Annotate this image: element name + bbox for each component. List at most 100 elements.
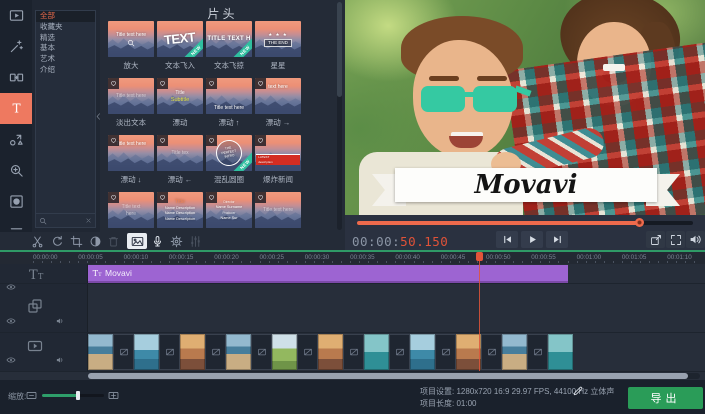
favorite-heart-icon[interactable] [255, 135, 266, 146]
zoom-out-button[interactable] [26, 390, 37, 401]
transition-2[interactable] [205, 334, 226, 370]
title-template-13[interactable]: TitleName DescriptionName DescriptionNam… [157, 192, 203, 232]
title-template-14[interactable]: DirectorName SurnameProducerName Sur [206, 192, 252, 232]
transition-0[interactable] [113, 334, 134, 370]
category-item-2[interactable]: 精选 [36, 33, 95, 44]
video-clip-1[interactable] [134, 334, 159, 370]
favorite-heart-icon[interactable] [157, 78, 168, 89]
detach-player-button[interactable] [646, 231, 665, 248]
title-template-0[interactable]: Title text here放大 [108, 21, 154, 78]
video-clip-10[interactable] [548, 334, 573, 370]
title-template-9[interactable]: Title tex漂动 ← [157, 135, 203, 192]
title-clip[interactable]: TT Movavi [88, 265, 568, 283]
video-clip-5[interactable] [318, 334, 343, 370]
favorite-heart-icon[interactable] [157, 135, 168, 146]
favorite-heart-icon[interactable] [206, 192, 217, 203]
transition-9[interactable] [527, 334, 548, 370]
category-item-5[interactable]: 介绍 [36, 65, 95, 76]
video-clip-6[interactable] [364, 334, 389, 370]
favorite-heart-icon[interactable] [108, 78, 119, 89]
ruler-minor-tick [260, 261, 261, 263]
title-template-6[interactable]: Title text here漂动 ↑ [206, 78, 252, 135]
title-template-11[interactable]: LATESTdescription爆炸新闻 [255, 135, 301, 192]
tool-titles[interactable]: T [0, 93, 32, 124]
title-template-4[interactable]: Title text here淡出文本 [108, 78, 154, 135]
next-frame-button[interactable] [546, 231, 568, 248]
tool-callouts[interactable] [0, 124, 32, 155]
video-clip-9[interactable] [502, 334, 527, 370]
title-template-2[interactable]: TITLE TEXT HNEW文本飞掠 [206, 21, 252, 78]
zoom-in-button[interactable] [108, 390, 119, 401]
tool-transitions[interactable] [0, 62, 32, 93]
zoom-slider[interactable] [42, 394, 104, 397]
title-template-12[interactable]: Title texthere [108, 192, 154, 232]
transition-3[interactable] [251, 334, 272, 370]
preview-pane[interactable]: Movavi [345, 0, 705, 215]
timeline-scrollbar-thumb[interactable] [88, 373, 688, 379]
titles-scrollbar[interactable] [337, 2, 342, 230]
category-item-4[interactable]: 艺术 [36, 54, 95, 65]
video-clip-8[interactable] [456, 334, 481, 370]
category-item-3[interactable]: 基本 [36, 43, 95, 54]
title-track-visibility-eye-icon[interactable] [6, 282, 16, 292]
timeline-ruler[interactable]: 00:00:0000:00:0500:00:1000:00:1500:00:20… [0, 252, 705, 264]
transition-8[interactable] [481, 334, 502, 370]
category-search-bar[interactable] [36, 213, 95, 227]
favorite-heart-icon[interactable] [157, 192, 168, 203]
favorite-heart-icon[interactable] [108, 135, 119, 146]
titles-scrollbar-thumb[interactable] [337, 2, 342, 97]
title-template-8[interactable]: Title text here漂动 ↓ [108, 135, 154, 192]
title-template-10[interactable]: THEPERFECTINTRONEW混乱圆圈 [206, 135, 252, 192]
category-panel-wrap: 全部收藏夹精选基本艺术介绍 [32, 0, 100, 232]
favorite-heart-icon[interactable] [108, 192, 119, 203]
settings-button[interactable] [168, 233, 184, 249]
title-template-7[interactable]: text here漂动 → [255, 78, 301, 135]
title-template-1[interactable]: TEXTNEW文本飞入 [157, 21, 203, 78]
video-clip-3[interactable] [226, 334, 251, 370]
add-image-button[interactable] [127, 233, 147, 249]
rotate-button[interactable] [49, 233, 65, 249]
transition-5[interactable] [343, 334, 364, 370]
transition-1[interactable] [159, 334, 180, 370]
split-clip-button[interactable] [29, 233, 45, 249]
export-button[interactable]: 导出 [628, 387, 703, 409]
video-clip-0[interactable] [88, 334, 113, 370]
title-template-15[interactable]: Title text here [255, 192, 301, 232]
tool-media[interactable] [0, 0, 32, 31]
edit-settings-pencil-icon[interactable] [572, 385, 584, 397]
overlay-track-visibility-eye-icon[interactable] [6, 316, 16, 326]
volume-button[interactable] [686, 231, 705, 248]
category-item-1[interactable]: 收藏夹 [36, 22, 95, 33]
video-clip-7[interactable] [410, 334, 435, 370]
record-audio-button[interactable] [149, 233, 165, 249]
video-track-visibility-eye-icon[interactable] [6, 355, 16, 365]
category-item-0[interactable]: 全部 [36, 11, 95, 22]
tool-filters[interactable] [0, 31, 32, 62]
play-button[interactable] [521, 231, 543, 248]
video-clip-2[interactable] [180, 334, 205, 370]
favorite-heart-icon[interactable] [255, 78, 266, 89]
seek-handle[interactable] [635, 218, 644, 227]
crop-button[interactable] [68, 233, 84, 249]
title-template-5[interactable]: TitleSubtitle漂动 [157, 78, 203, 135]
zoom-slider-handle[interactable] [76, 391, 80, 400]
overlay-track-mute-speaker-icon[interactable] [55, 316, 65, 326]
favorite-heart-icon[interactable] [255, 192, 266, 203]
transition-4[interactable] [297, 334, 318, 370]
seek-bar[interactable] [357, 221, 693, 225]
transition-6[interactable] [389, 334, 410, 370]
tool-pan-zoom[interactable] [0, 155, 32, 186]
favorite-heart-icon[interactable] [206, 135, 217, 146]
fullscreen-button[interactable] [666, 231, 685, 248]
close-icon[interactable] [85, 217, 92, 224]
timeline-scrollbar[interactable] [88, 373, 700, 379]
transition-7[interactable] [435, 334, 456, 370]
title-template-3[interactable]: ★ ★ ★THE END星星 [255, 21, 301, 78]
favorite-heart-icon[interactable] [206, 78, 217, 89]
tool-mask[interactable] [0, 186, 32, 217]
video-track-mute-speaker-icon[interactable] [55, 355, 65, 365]
video-clip-4[interactable] [272, 334, 297, 370]
crop-icon [70, 235, 83, 248]
color-adjust-button[interactable] [87, 233, 103, 249]
previous-frame-button[interactable] [496, 231, 518, 248]
